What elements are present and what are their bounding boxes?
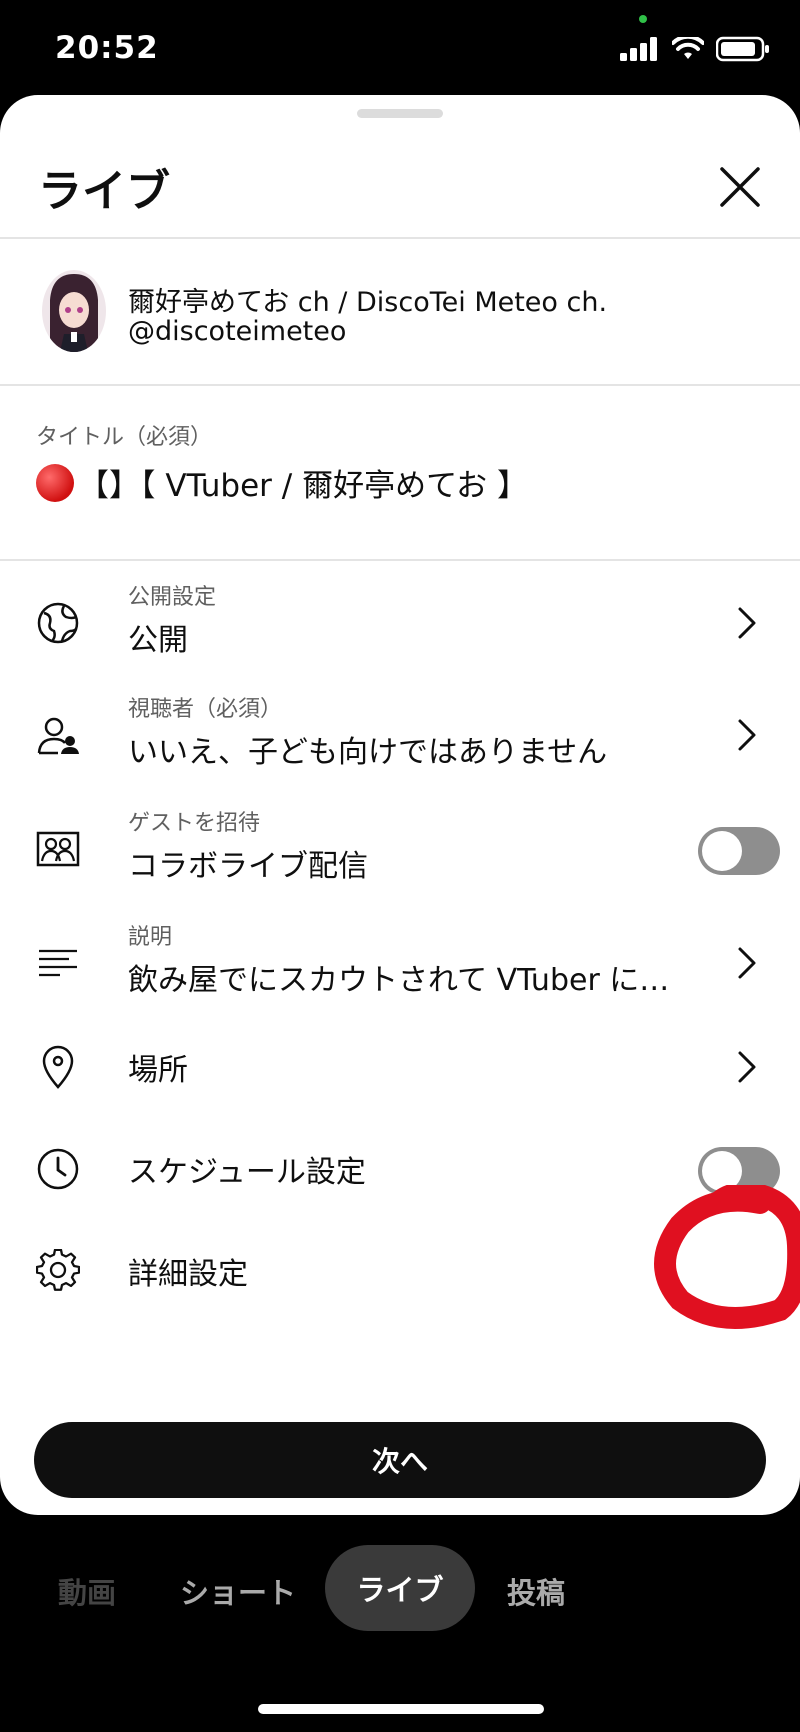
cellular-signal-icon (620, 37, 657, 61)
status-icons (620, 36, 770, 62)
guests-icon (36, 831, 80, 867)
live-setup-sheet: ライブ 爾好亭めてお ch / DiscoTei Meteo ch. @disc… (0, 95, 800, 1515)
tab-post[interactable]: 投稿 (507, 1570, 565, 1612)
chevron-right-icon (738, 719, 756, 751)
avatar (42, 270, 106, 352)
wifi-icon (672, 37, 704, 59)
chevron-right-icon (738, 1051, 756, 1083)
tab-video[interactable]: 動画 (58, 1570, 116, 1612)
tab-shorts[interactable]: ショート (180, 1570, 296, 1612)
divider (0, 559, 800, 561)
sheet-title: ライブ (38, 166, 170, 217)
next-button[interactable]: 次へ (34, 1422, 766, 1498)
audience-icon (37, 717, 79, 755)
home-indicator[interactable] (258, 1704, 544, 1714)
setting-description[interactable]: 説明 飲み屋でにスカウトされて VTuber に… (0, 911, 800, 1011)
collab-live-toggle[interactable] (698, 827, 780, 875)
setting-sub-label: 公開設定 (128, 585, 217, 610)
setting-value: スケジュール設定 (128, 1155, 366, 1190)
setting-value: 場所 (128, 1053, 188, 1088)
clock-icon (37, 1148, 79, 1190)
status-time: 20:52 (55, 30, 159, 66)
chevron-right-icon (738, 607, 756, 639)
channel-info: 爾好亭めてお ch / DiscoTei Meteo ch. @discotei… (0, 238, 800, 383)
setting-sub-label: ゲストを招待 (128, 811, 261, 836)
setting-sub-label: 視聴者（必須） (128, 697, 283, 722)
setting-invite-guests: ゲストを招待 コラボライブ配信 (0, 797, 800, 897)
setting-sub-label: 説明 (128, 925, 173, 950)
setting-location[interactable]: 場所 (0, 1015, 800, 1115)
setting-value: コラボライブ配信 (128, 849, 368, 884)
red-circle-emoji-icon (36, 463, 74, 502)
setting-value: 詳細設定 (128, 1257, 248, 1292)
tab-live[interactable]: ライブ (325, 1545, 475, 1631)
setting-visibility[interactable]: 公開設定 公開 (0, 571, 800, 671)
setting-value: 飲み屋でにスカウトされて VTuber に… (128, 963, 670, 998)
gear-icon (36, 1249, 80, 1291)
battery-icon (716, 36, 769, 62)
setting-audience[interactable]: 視聴者（必須） いいえ、子ども向けではありません (0, 683, 800, 783)
bottom-tab-bar: 動画 ショート ライブ 投稿 (0, 1530, 800, 1650)
channel-handle: @discoteimeteo (128, 316, 347, 347)
red-annotation-circle (654, 1185, 800, 1329)
privacy-indicator-dot (639, 15, 647, 23)
title-field[interactable]: タイトル（必須） 【】【 VTuber / 爾好亭めてお 】 (0, 385, 800, 555)
channel-name: 爾好亭めてお ch / DiscoTei Meteo ch. (128, 287, 608, 318)
drag-handle[interactable] (357, 109, 443, 118)
chevron-right-icon (738, 947, 756, 979)
status-bar: 20:52 (0, 0, 800, 95)
title-value: 【】【 VTuber / 爾好亭めてお 】 (78, 468, 529, 504)
setting-value: 公開 (128, 623, 188, 658)
setting-value: いいえ、子ども向けではありません (128, 735, 608, 770)
title-label: タイトル（必須） (36, 425, 213, 450)
close-icon[interactable] (716, 163, 764, 211)
location-pin-icon (42, 1045, 74, 1089)
title-value-row: 【】【 VTuber / 爾好亭めてお 】 (36, 460, 528, 505)
globe-icon (37, 602, 79, 644)
toggle-knob (702, 831, 742, 871)
description-icon (39, 949, 77, 977)
